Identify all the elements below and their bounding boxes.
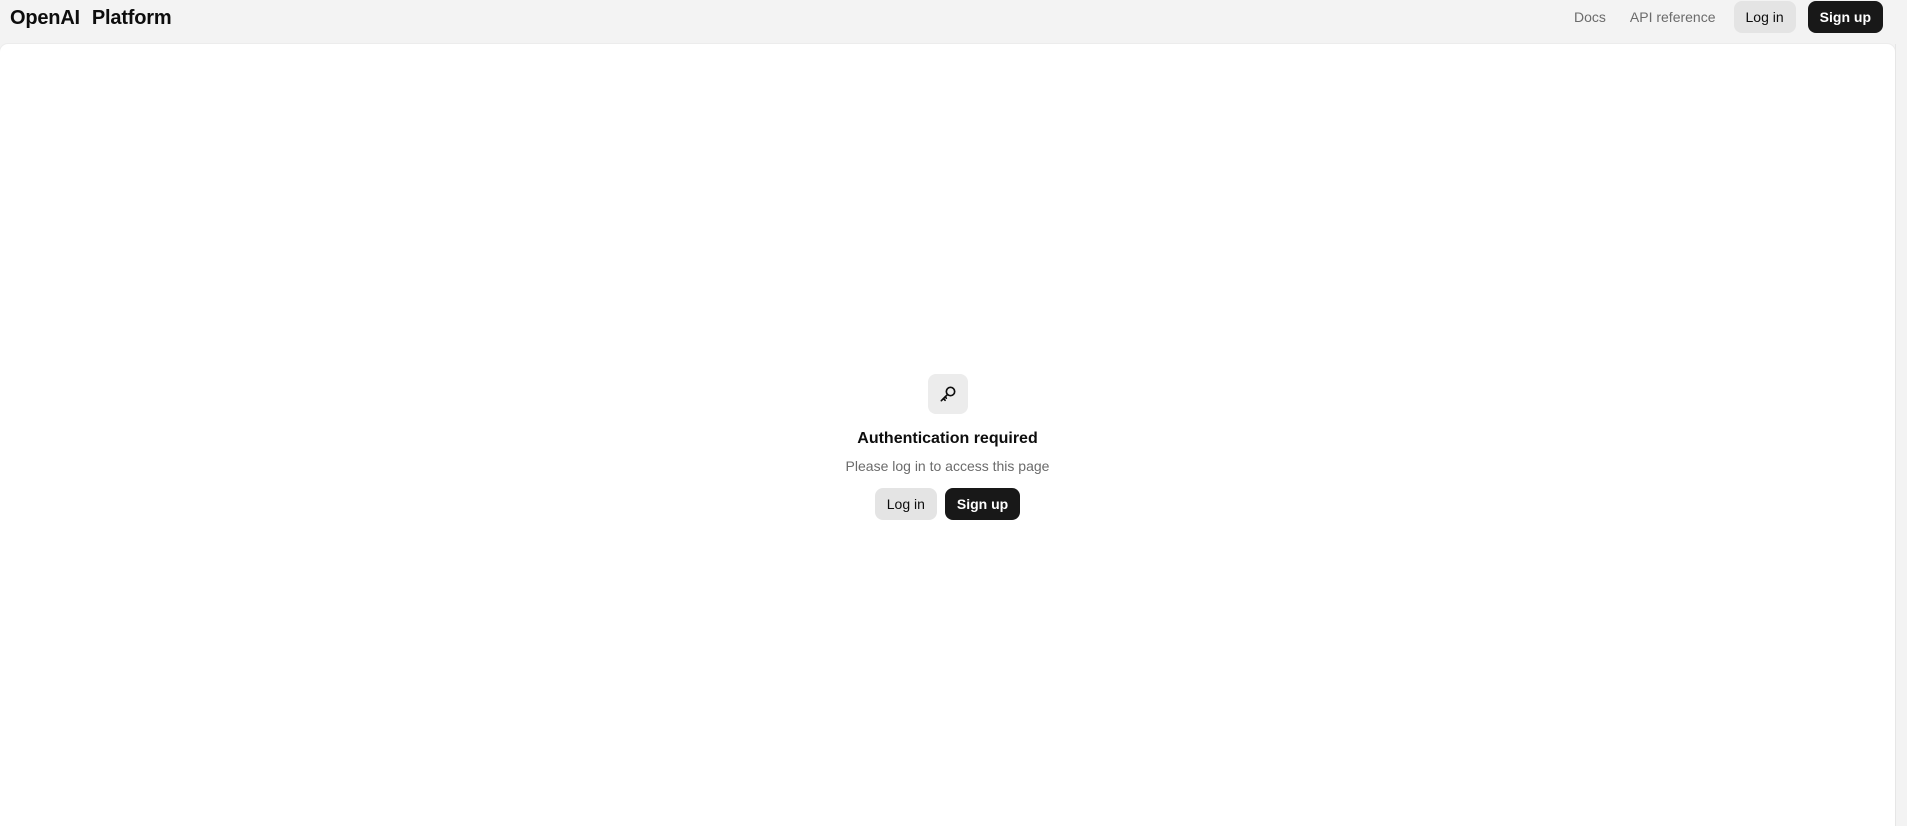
- top-header: OpenAI Platform Docs API reference Log i…: [0, 0, 1907, 44]
- login-button[interactable]: Log in: [874, 488, 937, 520]
- scrollbar[interactable]: [1895, 44, 1907, 826]
- auth-title: Authentication required: [857, 430, 1038, 447]
- auth-subtitle: Please log in to access this page: [845, 458, 1050, 474]
- header-login-button[interactable]: Log in: [1733, 1, 1796, 33]
- header-signup-button[interactable]: Sign up: [1807, 1, 1883, 33]
- brand-company: OpenAI: [10, 6, 80, 29]
- brand-logo[interactable]: OpenAI Platform: [10, 6, 172, 30]
- brand-product: Platform: [91, 6, 172, 29]
- api-reference-link[interactable]: API reference: [1618, 1, 1728, 33]
- auth-actions: Log in Sign up: [874, 488, 1021, 520]
- auth-required-card: Authentication required Please log in to…: [0, 374, 1895, 520]
- docs-link[interactable]: Docs: [1562, 1, 1618, 33]
- key-icon: [927, 374, 968, 414]
- signup-button[interactable]: Sign up: [944, 488, 1021, 520]
- top-nav: Docs API reference Log in Sign up: [1562, 1, 1883, 33]
